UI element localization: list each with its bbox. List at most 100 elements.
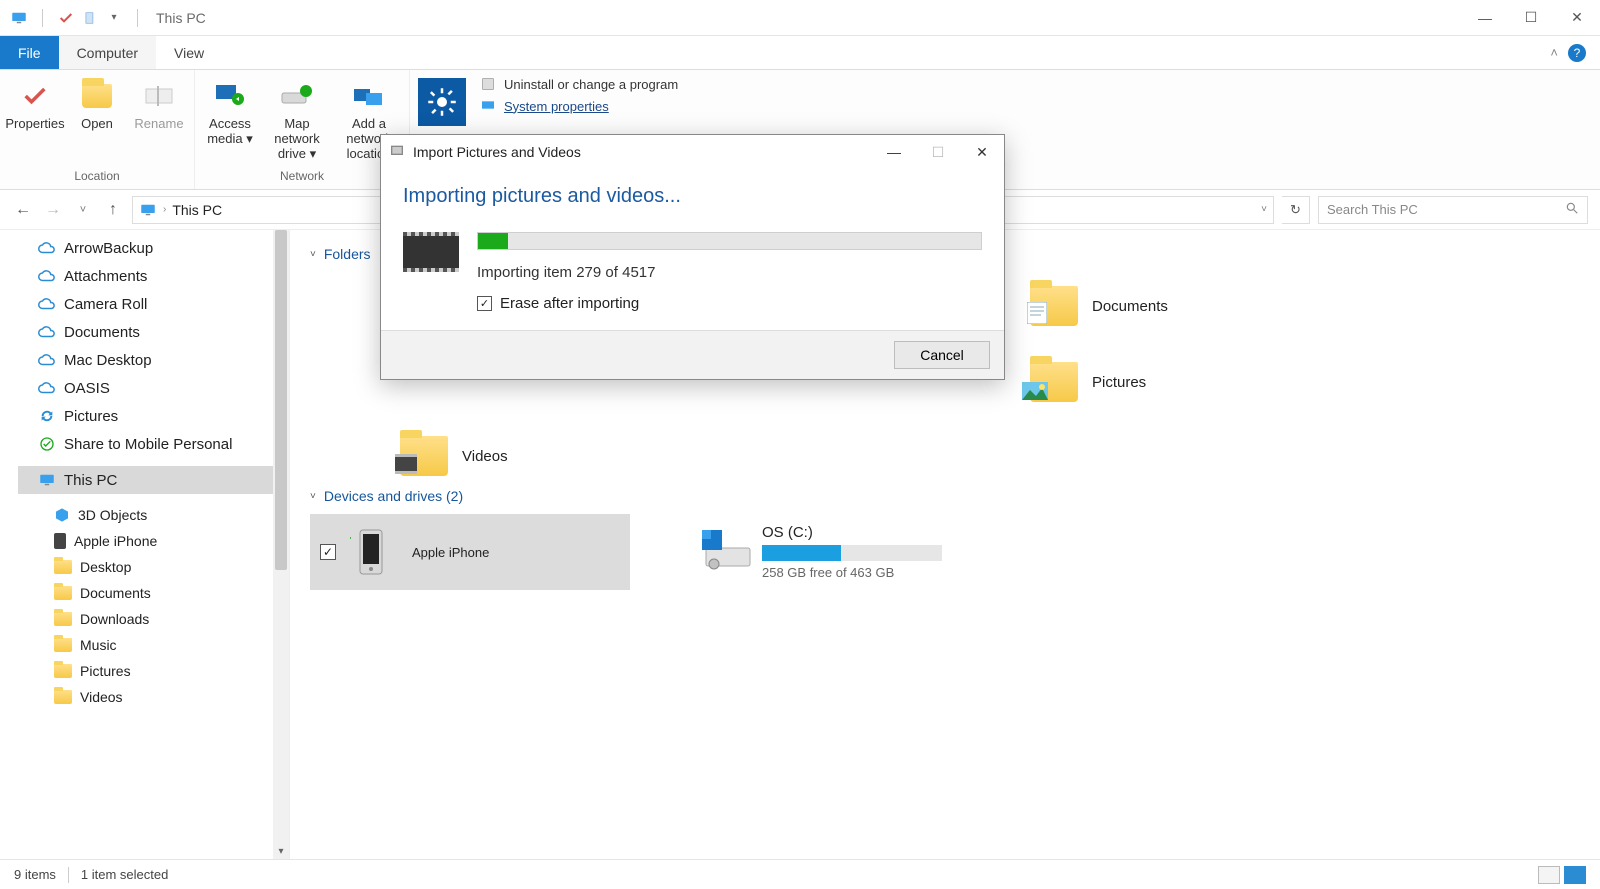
ribbon-collapse-icon[interactable]: ˄: [1550, 45, 1558, 60]
tree-sub-downloads[interactable]: Downloads: [18, 606, 289, 632]
rename-label: Rename: [134, 116, 183, 131]
tree-item-arrowbackup[interactable]: ArrowBackup: [18, 234, 289, 262]
tree-sub-videos[interactable]: Videos: [18, 684, 289, 710]
folder-pictures-label: Pictures: [1092, 374, 1146, 391]
folder-videos-label: Videos: [462, 448, 508, 465]
qat-new-icon[interactable]: [81, 9, 99, 27]
search-placeholder: Search This PC: [1327, 202, 1418, 217]
system-properties-label: System properties: [504, 99, 609, 114]
view-details-button[interactable]: [1538, 866, 1560, 884]
folder-icon: [54, 612, 72, 626]
nav-up-button[interactable]: ↑: [102, 199, 124, 221]
scroll-thumb[interactable]: [275, 230, 287, 570]
folder-pictures[interactable]: Pictures: [1030, 358, 1310, 406]
dialog-close-button[interactable]: ✕: [960, 135, 1004, 169]
tree-item-icon: [38, 239, 56, 257]
erase-after-label: Erase after importing: [500, 295, 639, 312]
tab-view[interactable]: View: [156, 36, 222, 69]
tree-this-pc[interactable]: This PC: [18, 466, 289, 494]
tree-sub-music[interactable]: Music: [18, 632, 289, 658]
scroll-down-icon[interactable]: ▾: [273, 843, 289, 859]
nav-back-button[interactable]: ←: [12, 199, 34, 221]
import-progress-bar: [477, 232, 982, 250]
folder-documents-label: Documents: [1092, 298, 1168, 315]
devices-header-label: Devices and drives (2): [324, 488, 463, 504]
uninstall-link[interactable]: Uninstall or change a program: [480, 76, 678, 92]
tree-item-icon: [38, 379, 56, 397]
tree-this-pc-label: This PC: [64, 472, 117, 489]
tree-sub-documents[interactable]: Documents: [18, 580, 289, 606]
window-close-button[interactable]: ✕: [1554, 0, 1600, 36]
import-dialog: Import Pictures and Videos — ☐ ✕ Importi…: [380, 134, 1005, 380]
nav-recent-dropdown[interactable]: ˅: [72, 199, 94, 221]
status-bar: 9 items 1 item selected: [0, 859, 1600, 889]
devices-header[interactable]: ˅ Devices and drives (2): [310, 488, 1580, 504]
map-drive-button[interactable]: Map networkdrive ▾: [263, 74, 331, 165]
folder-icon: [54, 664, 72, 678]
search-box[interactable]: Search This PC: [1318, 196, 1588, 224]
tree-sub-pictures[interactable]: Pictures: [18, 658, 289, 684]
open-button[interactable]: Open: [68, 74, 126, 165]
drive-free-label: 258 GB free of 463 GB: [762, 565, 942, 580]
tree-item-icon: [38, 295, 56, 313]
properties-label: Properties: [5, 116, 64, 131]
tree-scrollbar[interactable]: ▴ ▾: [273, 230, 289, 859]
group-location-label: Location: [6, 165, 188, 189]
device-iphone-label: Apple iPhone: [412, 545, 489, 560]
drive-os-c[interactable]: OS (C:) 258 GB free of 463 GB: [690, 514, 1010, 590]
address-dropdown-icon[interactable]: ˅: [1261, 204, 1267, 215]
help-icon[interactable]: ?: [1568, 44, 1586, 62]
iphone-checkbox[interactable]: ✓: [320, 544, 336, 560]
dialog-icon: [389, 143, 407, 161]
folder-videos[interactable]: Videos: [400, 432, 680, 480]
folder-icon: [54, 690, 72, 704]
qat-properties-icon[interactable]: [57, 9, 75, 27]
tree-item-icon: [38, 435, 56, 453]
rename-button: Rename: [130, 74, 188, 165]
navigation-tree[interactable]: ArrowBackupAttachmentsCamera RollDocumen…: [0, 230, 290, 859]
tree-sub-apple-iphone[interactable]: Apple iPhone: [18, 528, 289, 554]
tree-item-share-to-mobile-personal[interactable]: Share to Mobile Personal: [18, 430, 289, 458]
window-maximize-button[interactable]: ☐: [1508, 0, 1554, 36]
tree-item-camera-roll[interactable]: Camera Roll: [18, 290, 289, 318]
tab-computer[interactable]: Computer: [59, 36, 156, 69]
tree-item-icon: [38, 407, 56, 425]
device-iphone[interactable]: ✓ Apple iPhone: [310, 514, 630, 590]
breadcrumb[interactable]: This PC: [172, 202, 222, 218]
tree-item-icon: [38, 267, 56, 285]
import-status-text: Importing item 279 of 4517: [477, 264, 982, 281]
map-drive-label: Map networkdrive ▾: [263, 116, 331, 162]
import-thumbnail: [403, 232, 459, 272]
pc-icon: [139, 201, 157, 219]
group-network-label: Network: [201, 165, 403, 189]
tree-item-attachments[interactable]: Attachments: [18, 262, 289, 290]
window-title: This PC: [156, 10, 206, 26]
tree-sub-desktop[interactable]: Desktop: [18, 554, 289, 580]
tree-item-oasis[interactable]: OASIS: [18, 374, 289, 402]
tree-item-pictures[interactable]: Pictures: [18, 402, 289, 430]
system-properties-link[interactable]: System properties: [480, 98, 678, 114]
qat-dropdown-icon[interactable]: ▾: [105, 9, 123, 27]
dialog-title: Import Pictures and Videos: [413, 144, 581, 160]
folder-icon: [54, 560, 72, 574]
tree-sub-3d-objects[interactable]: 3D Objects: [18, 502, 289, 528]
window-titlebar: ▾ This PC — ☐ ✕: [0, 0, 1600, 36]
window-minimize-button[interactable]: —: [1462, 0, 1508, 36]
chevron-right-icon: ›: [163, 204, 166, 215]
status-selected: 1 item selected: [81, 867, 168, 882]
erase-after-checkbox[interactable]: ✓ Erase after importing: [477, 295, 982, 312]
tree-item-documents[interactable]: Documents: [18, 318, 289, 346]
view-tiles-button[interactable]: [1564, 866, 1586, 884]
settings-icon[interactable]: [418, 78, 466, 126]
cancel-button[interactable]: Cancel: [894, 341, 990, 369]
status-item-count: 9 items: [14, 867, 56, 882]
folder-icon: [54, 586, 72, 600]
dialog-minimize-button[interactable]: —: [872, 135, 916, 169]
properties-button[interactable]: Properties: [6, 74, 64, 165]
refresh-button[interactable]: ↻: [1282, 196, 1310, 224]
tree-item-mac-desktop[interactable]: Mac Desktop: [18, 346, 289, 374]
folder-documents[interactable]: Documents: [1030, 282, 1310, 330]
tree-item-icon: [38, 351, 56, 369]
access-media-button[interactable]: Accessmedia ▾: [201, 74, 259, 165]
tab-file[interactable]: File: [0, 36, 59, 69]
